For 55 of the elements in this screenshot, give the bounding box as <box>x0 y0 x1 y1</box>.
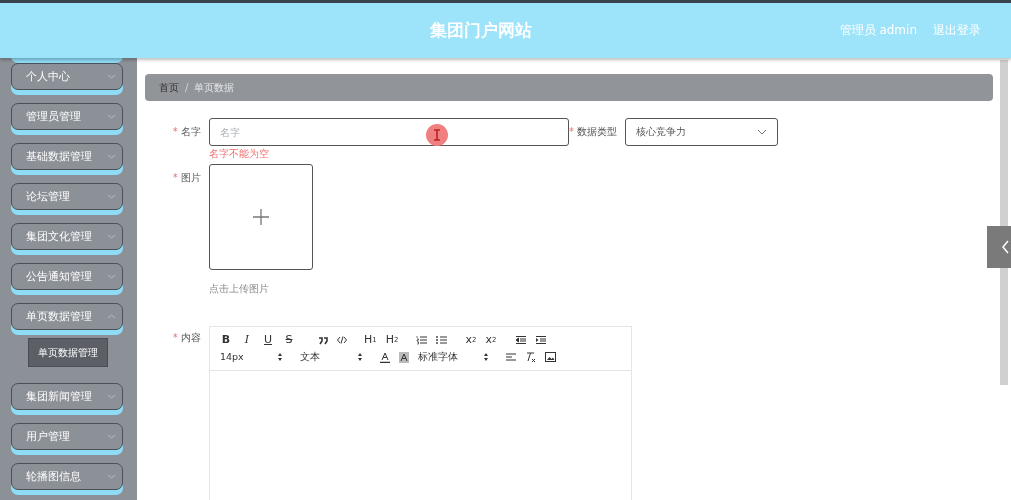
user-label: 管理员 admin <box>839 22 917 39</box>
chevron-down-icon <box>107 233 116 240</box>
underline-button[interactable]: U <box>262 333 274 347</box>
image-upload-box[interactable] <box>209 164 313 270</box>
clear-format-icon <box>525 351 536 363</box>
collapse-tab[interactable] <box>987 226 1011 268</box>
chevron-down-icon <box>107 273 116 280</box>
numbered-list-icon <box>415 335 427 345</box>
strikethrough-button[interactable]: S <box>283 333 295 347</box>
updown-arrow-icon <box>358 353 362 361</box>
required-mark: * <box>172 126 178 137</box>
indent-icon <box>535 335 547 345</box>
required-mark: * <box>569 126 574 137</box>
toolbar-select[interactable]: 标准字体 <box>418 350 488 364</box>
data-type-select[interactable]: 核心竞争力 <box>625 118 779 146</box>
chevron-down-icon <box>107 73 116 80</box>
image-icon <box>545 352 556 362</box>
chevron-up-icon <box>107 313 116 320</box>
breadcrumb-separator: / <box>185 82 189 93</box>
site-title: 集团门户网站 <box>430 19 532 42</box>
chevron-down-icon <box>107 113 116 120</box>
breadcrumb-current: 单页数据 <box>194 80 235 95</box>
align-icon <box>506 352 516 362</box>
bullet-list-icon <box>435 335 447 345</box>
bold-button[interactable]: B <box>220 333 232 347</box>
chevron-down-icon <box>107 393 116 400</box>
required-mark: * <box>172 172 178 183</box>
plus-icon <box>253 209 269 225</box>
updown-arrow-icon <box>484 353 488 361</box>
highlight-icon <box>399 351 409 363</box>
field-label: 数据类型 <box>577 126 618 137</box>
text-cursor-icon <box>433 129 441 141</box>
field-label: 图片 <box>181 172 201 183</box>
field-label: 名字 <box>181 126 201 137</box>
name-input-field[interactable]: 名字 <box>209 118 569 146</box>
toolbar-select[interactable]: 14px <box>220 350 282 364</box>
breadcrumb-link[interactable]: 首页 <box>159 80 179 95</box>
toolbar-select[interactable]: 文本 <box>300 350 362 364</box>
chevron-down-icon <box>107 473 116 480</box>
chevron-down-icon <box>107 153 116 160</box>
submenu-item[interactable]: 单页数据管理 <box>28 338 108 367</box>
chevron-down-icon <box>107 193 116 200</box>
field-label: 内容 <box>181 332 201 343</box>
quote-icon <box>318 335 328 345</box>
code-icon <box>337 335 347 345</box>
text-color-icon <box>380 351 390 363</box>
outdent-icon <box>515 335 527 345</box>
chevron-down-icon <box>107 433 116 440</box>
error-message: 名字不能为空 <box>209 148 270 160</box>
chevron-down-icon <box>757 129 768 135</box>
required-mark: * <box>172 332 178 343</box>
chevron-left-icon <box>1002 240 1009 254</box>
updown-arrow-icon <box>278 353 282 361</box>
italic-button[interactable]: I <box>241 333 253 347</box>
upload-hint: 点击上传图片 <box>209 282 270 296</box>
